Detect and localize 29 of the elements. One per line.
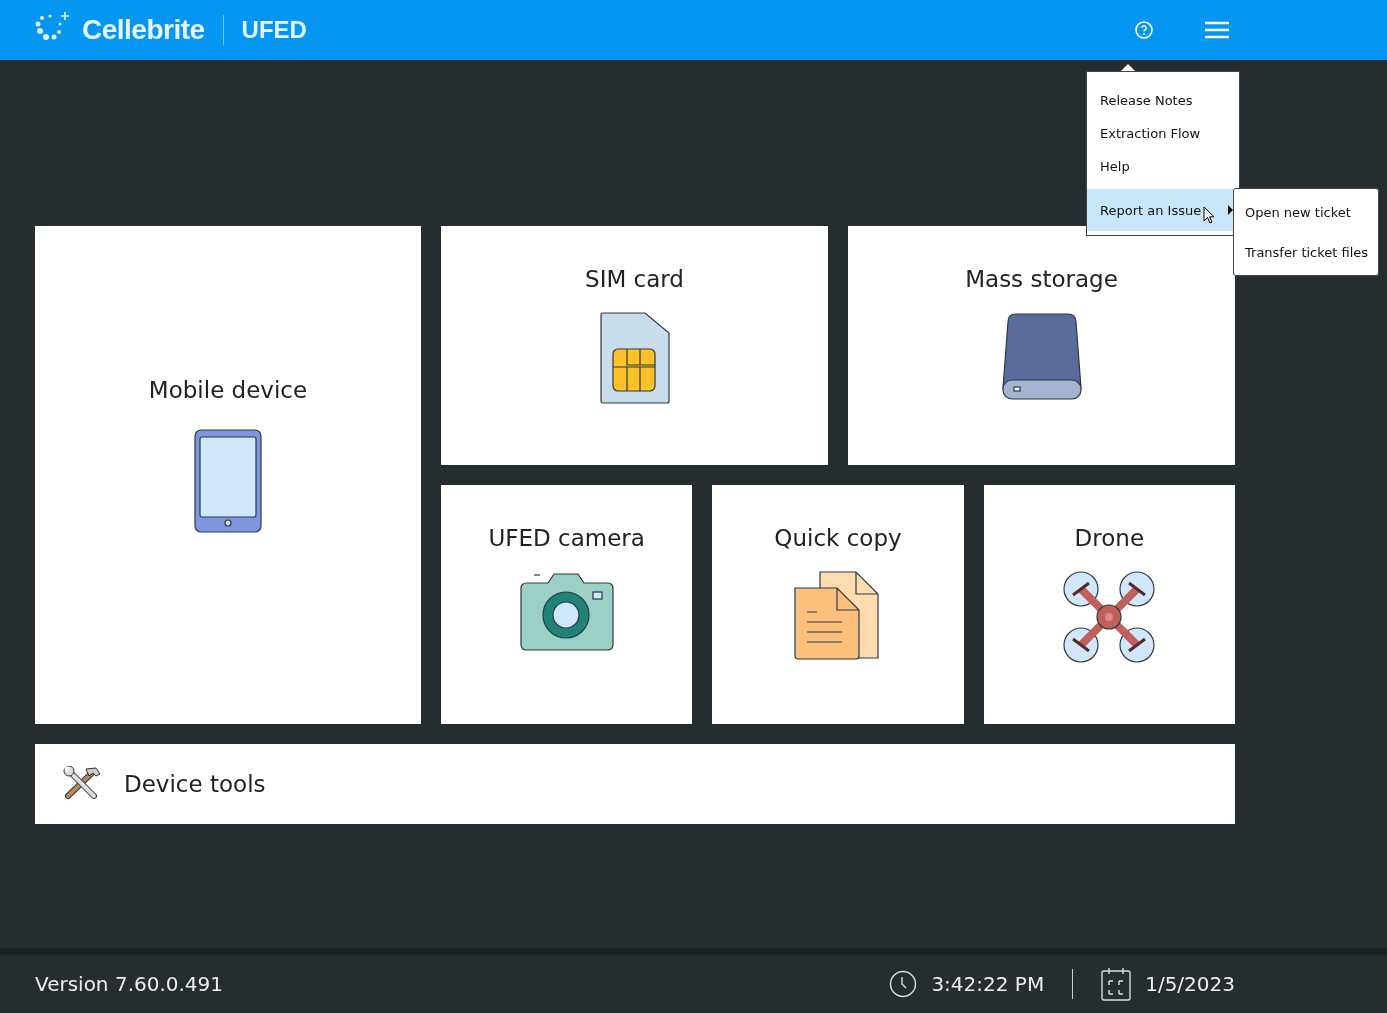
calendar-icon	[1101, 967, 1132, 1001]
tile-button[interactable]: Mass storage	[848, 226, 1235, 465]
time-text: 3:42:22 PM	[931, 972, 1045, 996]
device-tools-button[interactable]: Device tools	[35, 744, 1235, 824]
tile-button[interactable]: UFED camera	[441, 485, 693, 724]
camera-icon	[519, 571, 614, 651]
menu-icon	[1205, 21, 1229, 39]
phone-icon	[194, 429, 262, 533]
version-text: Version 7.60.0.491	[35, 972, 224, 996]
tools-icon	[62, 766, 102, 802]
menu-item[interactable]: Help	[1087, 150, 1239, 183]
product-name: UFED	[241, 16, 307, 44]
mouse-cursor-icon	[1203, 206, 1215, 224]
tile-button[interactable]: Drone	[983, 485, 1235, 724]
hard-drive-icon	[1001, 312, 1082, 400]
tile-button[interactable]: SIM card	[441, 226, 828, 465]
tile-button[interactable]: Quick copy	[712, 485, 964, 724]
drone-icon	[1063, 571, 1156, 663]
dots-logo-icon	[34, 11, 70, 43]
menu-item[interactable]: Release Notes	[1087, 84, 1239, 117]
date-text: 1/5/2023	[1145, 972, 1235, 996]
sim-card-icon	[599, 312, 670, 404]
help-icon	[1134, 20, 1154, 40]
brand-name: Cellebrite	[82, 14, 205, 46]
submenu-item[interactable]: Transfer ticket files	[1234, 232, 1378, 272]
tile-button[interactable]: Mobile device	[35, 226, 421, 724]
help-button[interactable]	[1132, 18, 1156, 42]
menu-item[interactable]: Extraction Flow	[1087, 117, 1239, 150]
clock-icon	[889, 970, 918, 998]
